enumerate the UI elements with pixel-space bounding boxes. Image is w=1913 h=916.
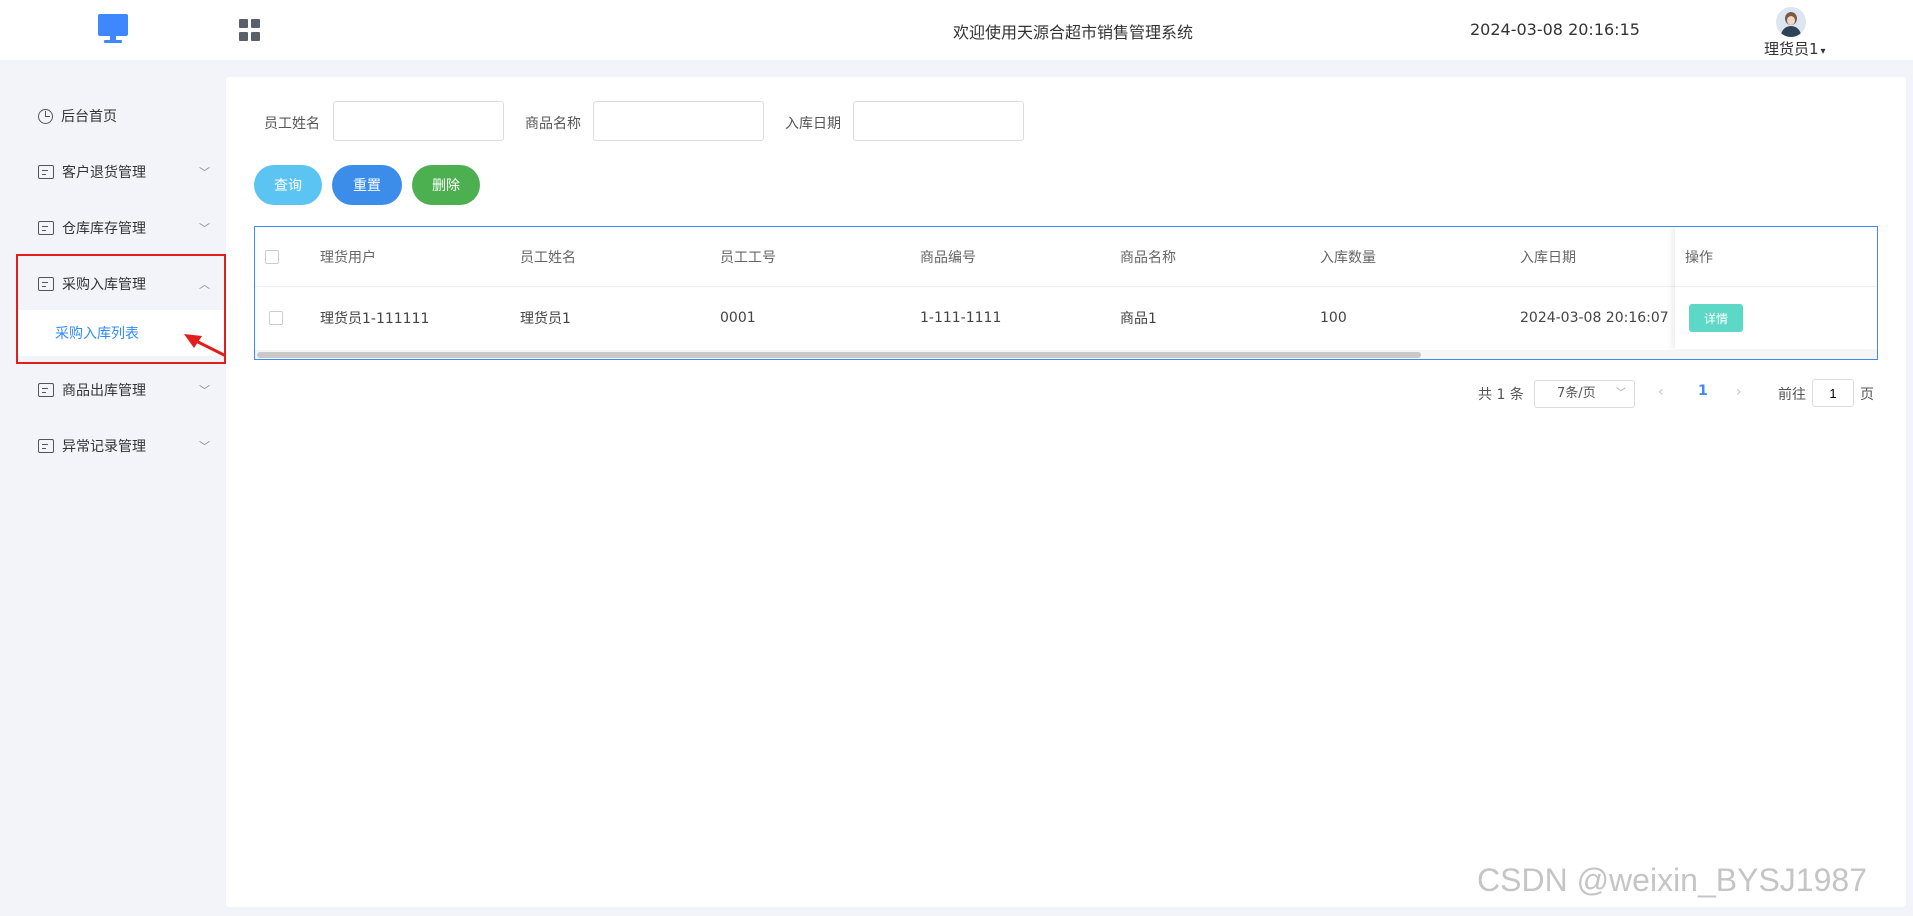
- apps-grid-icon[interactable]: [239, 19, 261, 41]
- column-header[interactable]: 理货用户: [320, 227, 376, 286]
- table-cell: 2024-03-08 20:16:07: [1520, 310, 1669, 326]
- card-icon: [38, 221, 54, 235]
- monitor-icon[interactable]: [98, 14, 128, 46]
- detail-button[interactable]: 详情: [1689, 304, 1743, 332]
- reset-button[interactable]: 重置: [332, 165, 402, 205]
- chevron-down-icon: ﹀: [199, 222, 210, 235]
- column-header[interactable]: 入库数量: [1320, 227, 1376, 286]
- clock-icon: [38, 108, 53, 124]
- watermark: CSDN @weixin_BYSJ1987: [1477, 862, 1867, 898]
- sidebar-item-dashboard[interactable]: 后台首页: [38, 104, 210, 128]
- card-icon: [38, 383, 54, 397]
- sidebar-item-label: 仓库库存管理: [62, 221, 146, 237]
- sidebar-item-exception-records[interactable]: 异常记录管理 ﹀: [38, 434, 210, 458]
- current-datetime: 2024-03-08 20:16:15: [1470, 20, 1640, 39]
- column-header[interactable]: 员工工号: [720, 227, 776, 286]
- page-number-current[interactable]: 1: [1698, 383, 1708, 413]
- prev-page-icon[interactable]: ‹: [1658, 384, 1664, 414]
- card-icon: [38, 277, 54, 291]
- product-name-input[interactable]: [593, 101, 764, 141]
- avatar[interactable]: [1776, 7, 1806, 37]
- user-menu[interactable]: 理货员1 ▾: [1764, 38, 1826, 59]
- table-header-row: 理货用户 员工姓名 员工工号 商品编号 商品名称 入库数量 入库日期: [255, 227, 1877, 287]
- inbound-table: 理货用户 员工姓名 员工工号 商品编号 商品名称 入库数量 入库日期 理货员1-…: [254, 226, 1878, 360]
- search-form: 员工姓名 商品名称 入库日期: [226, 101, 1226, 143]
- inbound-date-label: 入库日期: [785, 116, 841, 132]
- sidebar-item-purchase-inbound[interactable]: 采购入库管理 ︿: [38, 272, 210, 296]
- chevron-down-icon: ﹀: [1616, 388, 1626, 399]
- table-cell: 0001: [720, 310, 756, 326]
- sidebar-item-warehouse-stock[interactable]: 仓库库存管理 ﹀: [38, 216, 210, 240]
- column-header[interactable]: 商品名称: [1120, 227, 1176, 286]
- page-size-select[interactable]: 7条/页 ﹀: [1534, 380, 1635, 408]
- table-row[interactable]: 理货员1-111111 理货员1 0001 1-111-1111 商品1 100…: [255, 287, 1877, 349]
- chevron-down-icon: ﹀: [199, 166, 210, 179]
- next-page-icon[interactable]: ›: [1736, 384, 1742, 414]
- table-cell: 商品1: [1120, 311, 1157, 327]
- pagination-total: 共 1 条: [1478, 387, 1524, 403]
- sidebar-item-label: 异常记录管理: [62, 439, 146, 455]
- page-title: 欢迎使用天源合超市销售管理系统: [952, 23, 1193, 42]
- row-checkbox[interactable]: [269, 311, 283, 325]
- sidebar-item-product-outbound[interactable]: 商品出库管理 ﹀: [38, 378, 210, 402]
- chevron-up-icon: ︿: [199, 278, 210, 291]
- chevron-down-icon: ﹀: [199, 384, 210, 397]
- table-cell: 1-111-1111: [920, 310, 1002, 326]
- table-cell: 100: [1320, 310, 1347, 326]
- table-cell: 理货员1: [520, 311, 571, 327]
- card-icon: [38, 439, 54, 453]
- goto-page-input[interactable]: [1812, 379, 1854, 407]
- fixed-action-column: 操作 详情: [1675, 227, 1877, 349]
- sidebar-item-label: 采购入库管理: [62, 277, 146, 293]
- column-header[interactable]: 入库日期: [1520, 227, 1576, 286]
- main-panel: 员工姓名 商品名称 入库日期 查询 重置 删除 理货用户 员工姓名 员工工号 商…: [226, 77, 1906, 907]
- page-size-value: 7条/页: [1557, 386, 1596, 401]
- query-button[interactable]: 查询: [254, 165, 322, 205]
- sidebar-item-customer-returns[interactable]: 客户退货管理 ﹀: [38, 160, 210, 184]
- chevron-down-icon: ▾: [1820, 46, 1826, 57]
- column-header[interactable]: 员工姓名: [520, 227, 576, 286]
- top-header: 欢迎使用天源合超市销售管理系统 2024-03-08 20:16:15 理货员1…: [0, 0, 1913, 60]
- column-header: 操作: [1685, 250, 1713, 266]
- employee-name-label: 员工姓名: [264, 116, 320, 132]
- column-header[interactable]: 商品编号: [920, 227, 976, 286]
- delete-button[interactable]: 删除: [412, 165, 480, 205]
- page-suffix-label: 页: [1860, 387, 1874, 403]
- sidebar-item-label: 客户退货管理: [62, 165, 146, 181]
- user-name-label: 理货员1: [1764, 40, 1819, 58]
- inbound-date-input[interactable]: [853, 101, 1024, 141]
- employee-name-input[interactable]: [333, 101, 504, 141]
- sidebar-item-label: 商品出库管理: [62, 383, 146, 399]
- product-name-label: 商品名称: [525, 116, 581, 132]
- card-icon: [38, 165, 54, 179]
- select-all-checkbox[interactable]: [265, 249, 279, 264]
- goto-label: 前往: [1778, 387, 1806, 403]
- chevron-down-icon: ﹀: [199, 440, 210, 453]
- sidebar-subitem-label: 采购入库列表: [55, 326, 139, 342]
- horizontal-scrollbar[interactable]: [257, 352, 1421, 358]
- sidebar-item-label: 后台首页: [61, 109, 117, 125]
- sidebar: [0, 60, 226, 916]
- table-cell: 理货员1-111111: [320, 311, 430, 327]
